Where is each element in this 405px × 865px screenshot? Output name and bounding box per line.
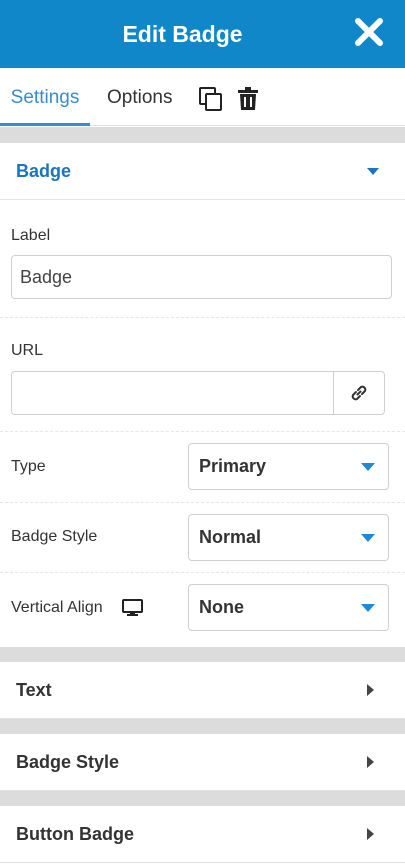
section-badge-style-header[interactable]: Badge Style <box>0 734 405 791</box>
chevron-down-icon <box>361 534 375 542</box>
section-button-badge-title: Button Badge <box>16 824 134 844</box>
panel-header: Edit Badge <box>0 0 405 68</box>
monitor-icon[interactable] <box>122 599 143 617</box>
tab-settings[interactable]: Settings <box>0 68 90 126</box>
type-select[interactable]: Primary <box>188 443 389 490</box>
section-badge-style-title: Badge Style <box>16 752 120 772</box>
trash-icon[interactable] <box>236 86 262 112</box>
type-select-value: Primary <box>199 456 267 476</box>
divider <box>0 431 405 432</box>
chevron-down-icon <box>361 604 375 612</box>
link-icon[interactable] <box>333 372 384 414</box>
tab-options[interactable]: Options <box>107 68 172 126</box>
divider <box>0 572 405 573</box>
label-input[interactable] <box>11 255 392 299</box>
tab-bar: Settings Options <box>0 68 405 126</box>
section-gap <box>0 791 405 806</box>
caret-down-icon <box>367 168 379 175</box>
vertical-align-field-label: Vertical Align <box>11 599 103 616</box>
section-button-badge-header[interactable]: Button Badge <box>0 806 405 863</box>
copy-icon[interactable] <box>198 86 224 112</box>
section-text-header[interactable]: Text <box>0 662 405 719</box>
section-badge-title: Badge <box>16 161 72 181</box>
vertical-align-select[interactable]: None <box>188 584 389 631</box>
caret-right-icon <box>367 684 374 696</box>
panel-title: Edit Badge <box>122 21 243 47</box>
url-field-label: URL <box>11 342 44 359</box>
badge-style-select-value: Normal <box>199 527 262 547</box>
badge-style-field-label: Badge Style <box>11 528 98 545</box>
badge-style-select[interactable]: Normal <box>188 514 389 561</box>
vertical-align-select-value: None <box>199 597 244 617</box>
url-field <box>11 371 385 415</box>
section-badge-header[interactable]: Badge <box>0 143 405 200</box>
section-gap <box>0 127 405 143</box>
section-gap <box>0 719 405 734</box>
close-icon[interactable] <box>351 14 387 50</box>
divider <box>0 502 405 503</box>
caret-right-icon <box>367 756 374 768</box>
section-gap <box>0 647 405 662</box>
url-input[interactable] <box>12 372 334 414</box>
caret-right-icon <box>367 828 374 840</box>
divider <box>0 317 405 318</box>
chevron-down-icon <box>361 463 375 471</box>
label-field-label: Label <box>11 227 51 244</box>
type-field-label: Type <box>11 458 46 475</box>
section-text-title: Text <box>16 680 52 700</box>
